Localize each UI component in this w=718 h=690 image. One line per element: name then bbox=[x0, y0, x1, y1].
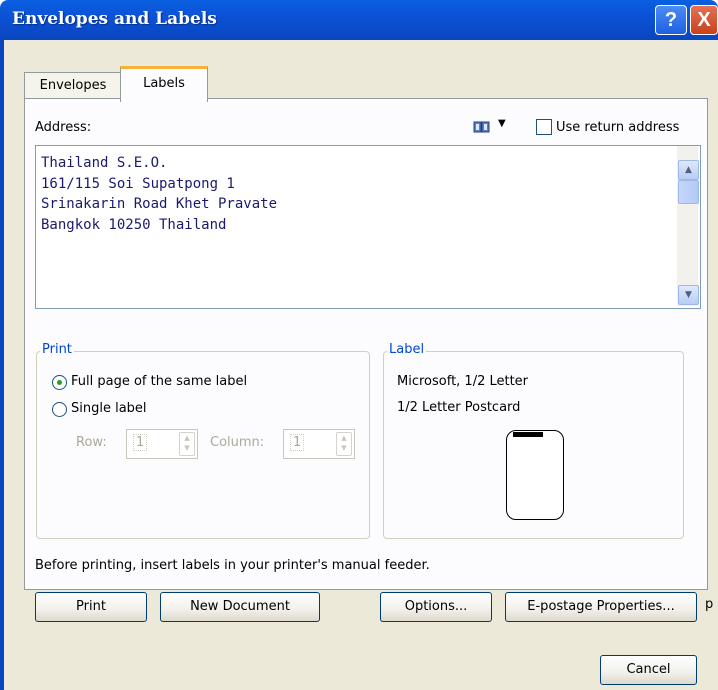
use-return-address-label[interactable]: Use return address bbox=[556, 120, 679, 135]
address-text[interactable]: Thailand S.E.O. 161/115 Soi Supatpong 1 … bbox=[41, 153, 661, 235]
scroll-down-icon[interactable]: ▼ bbox=[678, 285, 699, 305]
options-button[interactable]: Options... bbox=[380, 592, 492, 622]
column-spinner[interactable]: 1 ▲ ▼ bbox=[283, 429, 355, 459]
help-button[interactable]: ? bbox=[655, 5, 687, 35]
row-value: 1 bbox=[133, 434, 148, 451]
row-label: Row: bbox=[76, 435, 107, 450]
row-spinner-arrows-icon[interactable]: ▲ ▼ bbox=[179, 432, 195, 456]
radio-selected-dot bbox=[57, 380, 62, 385]
row-spinner[interactable]: 1 ▲ ▼ bbox=[126, 429, 198, 459]
column-spinner-arrows-icon[interactable]: ▲ ▼ bbox=[336, 432, 352, 456]
chevron-down-icon[interactable]: ▼ bbox=[498, 118, 506, 129]
window-left-border bbox=[0, 40, 4, 690]
label-group-title: Label bbox=[387, 342, 427, 357]
scroll-thumb[interactable] bbox=[678, 180, 699, 204]
single-label-radio-label[interactable]: Single label bbox=[71, 401, 147, 416]
full-page-radio-label[interactable]: Full page of the same label bbox=[71, 374, 247, 389]
use-return-address-checkbox[interactable] bbox=[536, 119, 552, 135]
tab-labels[interactable]: Labels bbox=[120, 66, 208, 102]
label-product: 1/2 Letter Postcard bbox=[397, 400, 521, 415]
window-title: Envelopes and Labels bbox=[12, 9, 217, 29]
print-group-title: Print bbox=[40, 342, 74, 357]
label-preview-image[interactable] bbox=[506, 430, 564, 520]
envelopes-and-labels-dialog: Envelopes and Labels ? X Envelopes Label… bbox=[0, 0, 718, 690]
label-preview-bar bbox=[513, 432, 543, 437]
new-document-button[interactable]: New Document bbox=[160, 592, 320, 622]
single-label-radio[interactable] bbox=[52, 402, 67, 417]
title-bar[interactable]: Envelopes and Labels ? X bbox=[0, 0, 718, 40]
address-label: Address: bbox=[35, 120, 92, 135]
tab-envelopes-label: Envelopes bbox=[39, 78, 107, 93]
column-value: 1 bbox=[290, 434, 305, 451]
printer-hint-text: Before printing, insert labels in your p… bbox=[35, 558, 430, 573]
tab-envelopes[interactable]: Envelopes bbox=[24, 72, 122, 99]
stray-text: p bbox=[705, 597, 714, 612]
address-book-icon[interactable] bbox=[473, 120, 491, 134]
scroll-up-icon[interactable]: ▲ bbox=[678, 160, 699, 180]
full-page-radio[interactable] bbox=[52, 375, 67, 390]
e-postage-properties-button[interactable]: E-postage Properties... bbox=[505, 592, 697, 622]
use-return-address-text: Use return address bbox=[556, 120, 680, 135]
cancel-button[interactable]: Cancel bbox=[600, 655, 697, 685]
tab-labels-label: Labels bbox=[143, 76, 185, 91]
print-button[interactable]: Print bbox=[35, 592, 147, 622]
close-button[interactable]: X bbox=[690, 5, 718, 35]
label-vendor: Microsoft, 1/2 Letter bbox=[397, 374, 529, 389]
column-label: Column: bbox=[210, 435, 265, 450]
